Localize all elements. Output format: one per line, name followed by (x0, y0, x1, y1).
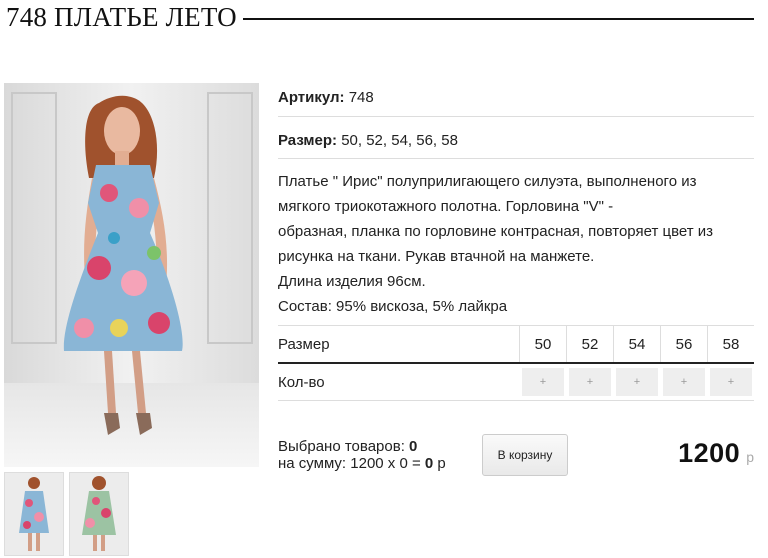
size-54: 54 (613, 326, 661, 364)
description-line: образная, планка по горловине контрасная… (278, 223, 714, 240)
description-line: Платье " Ирис" полуприлигающего силуэта,… (278, 173, 697, 190)
product-description: Платье " Ирис" полуприлигающего силуэта,… (278, 159, 754, 325)
size-label: Размер: (278, 132, 338, 149)
quantity-row: Кол-во + + + + + (278, 363, 754, 400)
selected-count: 0 (409, 438, 418, 455)
price: 1200 р (678, 438, 754, 469)
add-size-58-button[interactable]: + (710, 368, 752, 396)
size-value: 50, 52, 54, 56, 58 (341, 132, 458, 149)
thumbnail-front[interactable] (4, 472, 64, 556)
selected-count-label: Выбрано товаров: (278, 438, 405, 455)
add-size-54-button[interactable]: + (616, 368, 658, 396)
size-52: 52 (566, 326, 614, 364)
sku-row: Артикул: 748 (278, 83, 754, 116)
size-header: Размер (278, 326, 520, 364)
add-to-cart-button[interactable]: В корзину (482, 434, 568, 476)
description-line: мягкого триокотажного полотна. Горловина… (278, 198, 614, 215)
thumbnail-back[interactable] (69, 472, 129, 556)
size-row: Размер: 50, 52, 54, 56, 58 (278, 117, 754, 158)
sum-currency: р (437, 455, 446, 472)
description-line: рисунка на ткани. Рукав втачной на манже… (278, 248, 595, 265)
order-summary: Выбрано товаров: 0 на сумму: 1200 х 0 = … (278, 433, 754, 483)
add-size-56-button[interactable]: + (663, 368, 705, 396)
description-line: Состав: 95% вискоза, 5% лайкра (278, 298, 508, 315)
size-56: 56 (660, 326, 708, 364)
order-text: Выбрано товаров: 0 на сумму: 1200 х 0 = … (278, 438, 446, 472)
sku-label: Артикул: (278, 89, 345, 106)
size-header-row: Размер 50 52 54 56 58 (278, 326, 754, 364)
page-title: 748 ПЛАТЬЕ ЛЕТО (6, 1, 237, 32)
main-product-photo[interactable] (4, 83, 259, 467)
quantity-table: Размер 50 52 54 56 58 Кол-во + + + + + (278, 326, 754, 400)
price-value: 1200 (678, 438, 741, 468)
divider (278, 400, 754, 401)
add-size-52-button[interactable]: + (569, 368, 611, 396)
quantity-header: Кол-во (278, 373, 325, 391)
sku-value: 748 (348, 89, 374, 106)
size-50: 50 (519, 326, 567, 364)
sum-value: 0 (424, 455, 434, 472)
size-58: 58 (707, 326, 754, 364)
title-row: 748 ПЛАТЬЕ ЛЕТО (6, 0, 754, 34)
add-size-50-button[interactable]: + (522, 368, 564, 396)
title-divider (242, 18, 754, 20)
price-currency: р (746, 449, 754, 465)
description-line: Длина изделия 96см. (278, 273, 426, 290)
sum-label: на сумму: 1200 х 0 = (278, 455, 421, 472)
product-info: Артикул: 748 Размер: 50, 52, 54, 56, 58 … (278, 83, 754, 401)
